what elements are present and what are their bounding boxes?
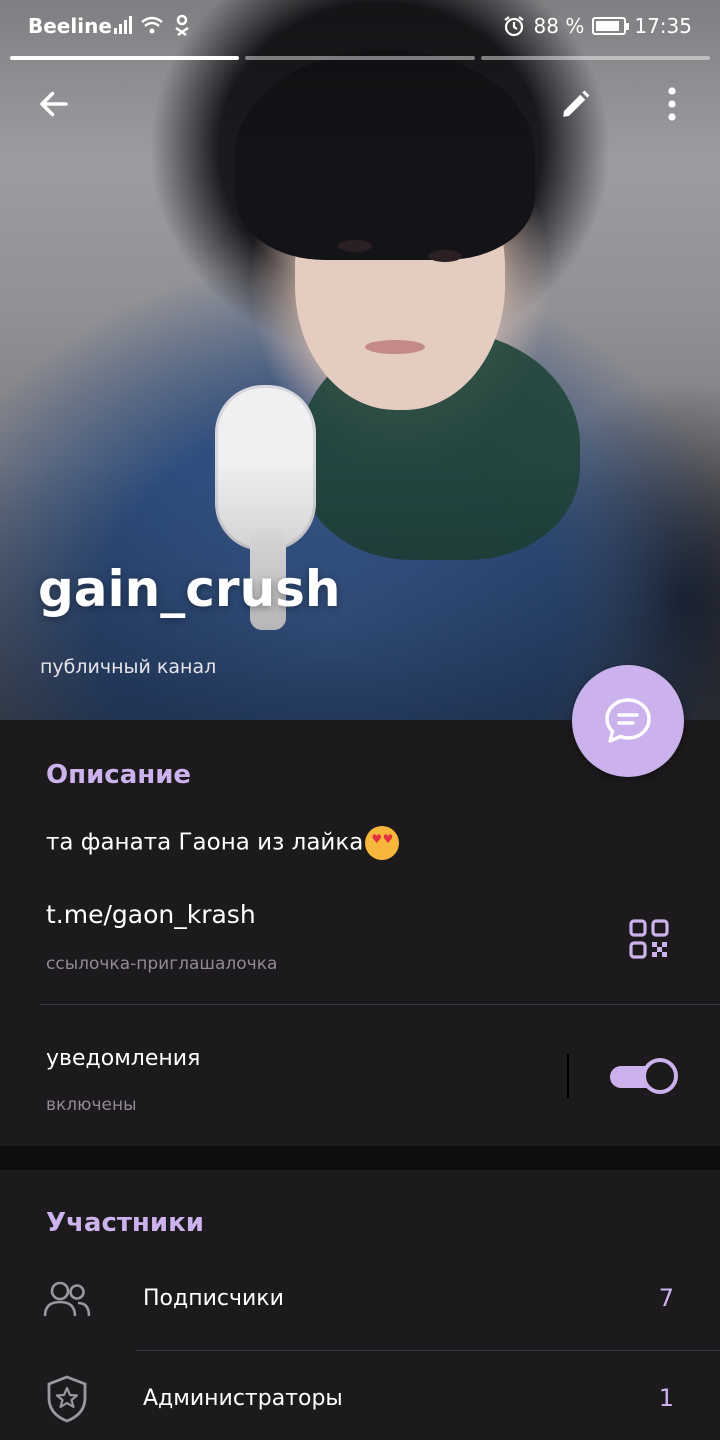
notifications-label[interactable]: уведомления <box>46 1046 200 1071</box>
photo-detail <box>338 240 372 252</box>
back-button[interactable] <box>26 76 82 132</box>
progress-segment <box>480 56 710 60</box>
discussion-button[interactable] <box>572 665 684 777</box>
progress-segment <box>10 56 240 60</box>
subscribers-count: 7 <box>658 1284 674 1312</box>
photo-detail <box>428 250 462 262</box>
notifications-state: включены <box>46 1095 137 1115</box>
divider <box>136 1350 720 1351</box>
members-section: Участники Подписчики 7 Администраторы 1 <box>0 1170 720 1440</box>
invite-link-caption: ссылочка-приглашалочка <box>46 954 278 974</box>
battery-icon <box>592 17 630 35</box>
signal-wifi-icon <box>114 14 189 36</box>
status-icons-left <box>112 14 192 41</box>
photo-progress <box>10 56 710 60</box>
carrier-label: Beeline <box>28 14 112 38</box>
people-icon <box>40 1273 94 1327</box>
more-options-button[interactable] <box>644 76 700 132</box>
battery-percent: 88 % <box>533 14 585 38</box>
description-text: та фаната Гаона из лайка <box>46 826 400 860</box>
administrators-label: Администраторы <box>143 1386 343 1411</box>
photo-detail <box>365 340 425 354</box>
shield-star-icon <box>40 1372 94 1426</box>
administrators-count: 1 <box>658 1384 674 1412</box>
vertical-separator <box>567 1054 569 1098</box>
pencil-icon <box>563 90 590 117</box>
channel-title: gain_crush <box>38 560 341 618</box>
qr-code-icon <box>629 919 669 959</box>
heart-eyes-emoji-icon <box>365 826 400 860</box>
members-heading: Участники <box>46 1208 204 1238</box>
notifications-toggle[interactable] <box>610 1058 678 1094</box>
subscribers-label: Подписчики <box>143 1286 284 1311</box>
more-vertical-icon <box>668 87 676 121</box>
edit-button[interactable] <box>548 76 604 132</box>
divider <box>40 1004 720 1005</box>
status-bar: Beeline 88 % 17:35 <box>0 0 720 52</box>
invite-link[interactable]: t.me/gaon_krash <box>46 900 256 929</box>
channel-type: публичный канал <box>40 656 217 678</box>
qr-code-button[interactable] <box>620 910 678 968</box>
status-icons-right: 88 % 17:35 <box>502 14 692 38</box>
arrow-left-icon <box>40 91 68 117</box>
clock: 17:35 <box>634 14 692 38</box>
progress-segment <box>245 56 475 60</box>
description-body: та фаната Гаона из лайка <box>46 829 364 856</box>
info-section: Описание та фаната Гаона из лайка t.me/g… <box>0 720 720 1146</box>
chat-bubble-icon <box>605 698 651 743</box>
description-heading: Описание <box>46 760 192 790</box>
alarm-icon <box>503 16 524 37</box>
toggle-knob <box>642 1058 678 1094</box>
section-gap <box>0 1146 720 1170</box>
